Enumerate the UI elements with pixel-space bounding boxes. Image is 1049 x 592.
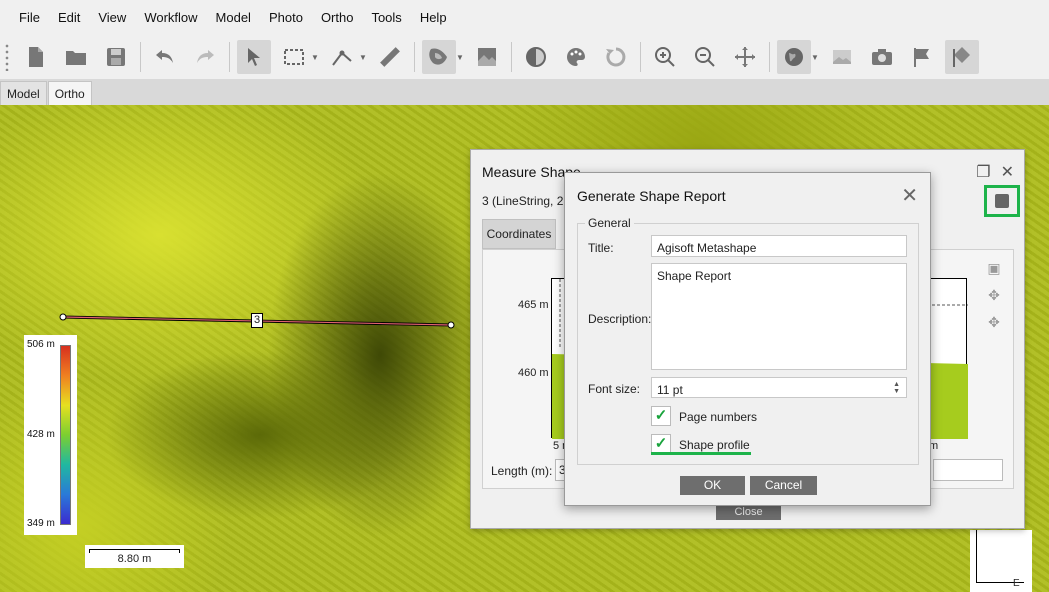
menu-view[interactable]: View: [89, 10, 135, 25]
elevation-legend: 506 m 428 m 349 m: [24, 335, 77, 535]
shape-summary: 3 (LineString, 2 v: [482, 194, 573, 208]
toolbar-separator: [140, 42, 141, 72]
title-label: Title:: [588, 241, 614, 255]
general-group-label: General: [585, 216, 634, 230]
shape-flag-icon[interactable]: [945, 40, 979, 74]
ruler-icon[interactable]: [373, 40, 407, 74]
globe-dropdown-arrow-icon[interactable]: ▼: [811, 53, 819, 62]
save-profile-icon[interactable]: ▣: [986, 260, 1002, 276]
draw-dropdown-arrow-icon[interactable]: ▼: [359, 53, 367, 62]
contrast-icon[interactable]: [519, 40, 553, 74]
legend-min-label: 349 m: [27, 518, 55, 529]
legend-max-label: 506 m: [27, 339, 55, 350]
new-document-icon[interactable]: [19, 40, 53, 74]
camera-icon[interactable]: [865, 40, 899, 74]
draw-polyline-icon[interactable]: [325, 40, 359, 74]
orthomosaic-icon[interactable]: [470, 40, 504, 74]
font-size-label: Font size:: [588, 382, 641, 396]
tab-ortho[interactable]: Ortho: [47, 81, 92, 105]
shape-label: 3: [251, 313, 263, 328]
menu-edit[interactable]: Edit: [49, 10, 89, 25]
description-textarea[interactable]: Shape Report: [651, 263, 907, 370]
globe-icon[interactable]: [777, 40, 811, 74]
font-size-spinbox[interactable]: 11 pt ▲ ▼: [651, 377, 907, 398]
reset-view-icon[interactable]: [728, 40, 762, 74]
menu-model[interactable]: Model: [207, 10, 260, 25]
toolbar-grip[interactable]: [4, 43, 10, 71]
close-button[interactable]: Close: [716, 505, 781, 520]
toolbar-separator: [414, 42, 415, 72]
save-report-icon: [995, 194, 1009, 208]
image-icon[interactable]: [825, 40, 859, 74]
scale-bar: 8.80 m: [85, 545, 184, 568]
line-vertex[interactable]: [59, 313, 67, 321]
refresh-icon[interactable]: [599, 40, 633, 74]
toolbar-separator: [640, 42, 641, 72]
page-numbers-checkbox[interactable]: ✓: [651, 406, 671, 426]
pan-icon[interactable]: ✥: [986, 287, 1002, 303]
zoom-in-icon[interactable]: [648, 40, 682, 74]
tab-coordinates[interactable]: Coordinates: [482, 219, 556, 249]
palette-icon[interactable]: [559, 40, 593, 74]
fit-view-icon[interactable]: ✥: [986, 314, 1002, 330]
toolbar-separator: [769, 42, 770, 72]
tab-model[interactable]: Model: [0, 81, 47, 105]
close-icon[interactable]: ✕: [1001, 162, 1014, 182]
save-icon[interactable]: [99, 40, 133, 74]
report-dialog-title: Generate Shape Report: [577, 188, 726, 204]
dem-icon[interactable]: [422, 40, 456, 74]
menu-tools[interactable]: Tools: [362, 10, 410, 25]
selection-dropdown-arrow-icon[interactable]: ▼: [311, 53, 319, 62]
shape-profile-checkbox[interactable]: ✓: [651, 434, 671, 454]
scale-bar-label: 8.80 m: [117, 553, 152, 565]
shape-profile-label: Shape profile: [679, 438, 750, 452]
length-label: Length (m):: [491, 464, 553, 478]
y-tick-label: 460 m: [518, 367, 549, 379]
navigation-pointer-icon[interactable]: [237, 40, 271, 74]
zoom-out-icon[interactable]: [688, 40, 722, 74]
spin-arrows-icon[interactable]: ▲ ▼: [893, 381, 900, 395]
cancel-button[interactable]: Cancel: [750, 476, 817, 495]
menu-help[interactable]: Help: [411, 10, 456, 25]
generate-report-button[interactable]: [984, 185, 1020, 217]
dem-dropdown-arrow-icon[interactable]: ▼: [456, 53, 464, 62]
rectangle-selection-icon[interactable]: [277, 40, 311, 74]
generate-shape-report-dialog: Generate Shape Report ✕ General Title: A…: [564, 172, 931, 506]
page-numbers-label: Page numbers: [679, 410, 758, 424]
measure-dialog-window-buttons: ❐ ✕: [976, 162, 1014, 182]
line-vertex[interactable]: [447, 321, 455, 329]
legend-mid-label: 428 m: [27, 429, 55, 440]
font-size-value: 11 pt: [657, 383, 683, 397]
open-folder-icon[interactable]: [59, 40, 93, 74]
close-icon[interactable]: ✕: [901, 183, 918, 208]
legend-color-bar: [60, 345, 71, 525]
menu-file[interactable]: File: [10, 10, 49, 25]
shape-profile-highlight: [651, 452, 751, 455]
menu-photo[interactable]: Photo: [260, 10, 312, 25]
axis-east-label: E: [1013, 578, 1020, 589]
ok-button[interactable]: OK: [680, 476, 745, 495]
view-tabs: Model Ortho: [0, 79, 1049, 105]
axis-indicator: E: [970, 530, 1032, 592]
menu-bar: File Edit View Workflow Model Photo Orth…: [0, 0, 1049, 35]
y-tick-label: 465 m: [518, 299, 549, 311]
description-label: Description:: [588, 312, 652, 326]
redo-icon[interactable]: [188, 40, 222, 74]
toolbar-separator: [229, 42, 230, 72]
axis-north-line: [976, 530, 977, 582]
value-field: [933, 459, 1003, 481]
toolbar: ▼ ▼ ▼ ▼: [0, 35, 1049, 79]
title-input[interactable]: Agisoft Metashape: [651, 235, 907, 257]
restore-window-icon[interactable]: ❐: [976, 162, 990, 182]
menu-workflow[interactable]: Workflow: [135, 10, 206, 25]
flag-icon[interactable]: [905, 40, 939, 74]
undo-icon[interactable]: [148, 40, 182, 74]
menu-ortho[interactable]: Ortho: [312, 10, 363, 25]
toolbar-separator: [511, 42, 512, 72]
